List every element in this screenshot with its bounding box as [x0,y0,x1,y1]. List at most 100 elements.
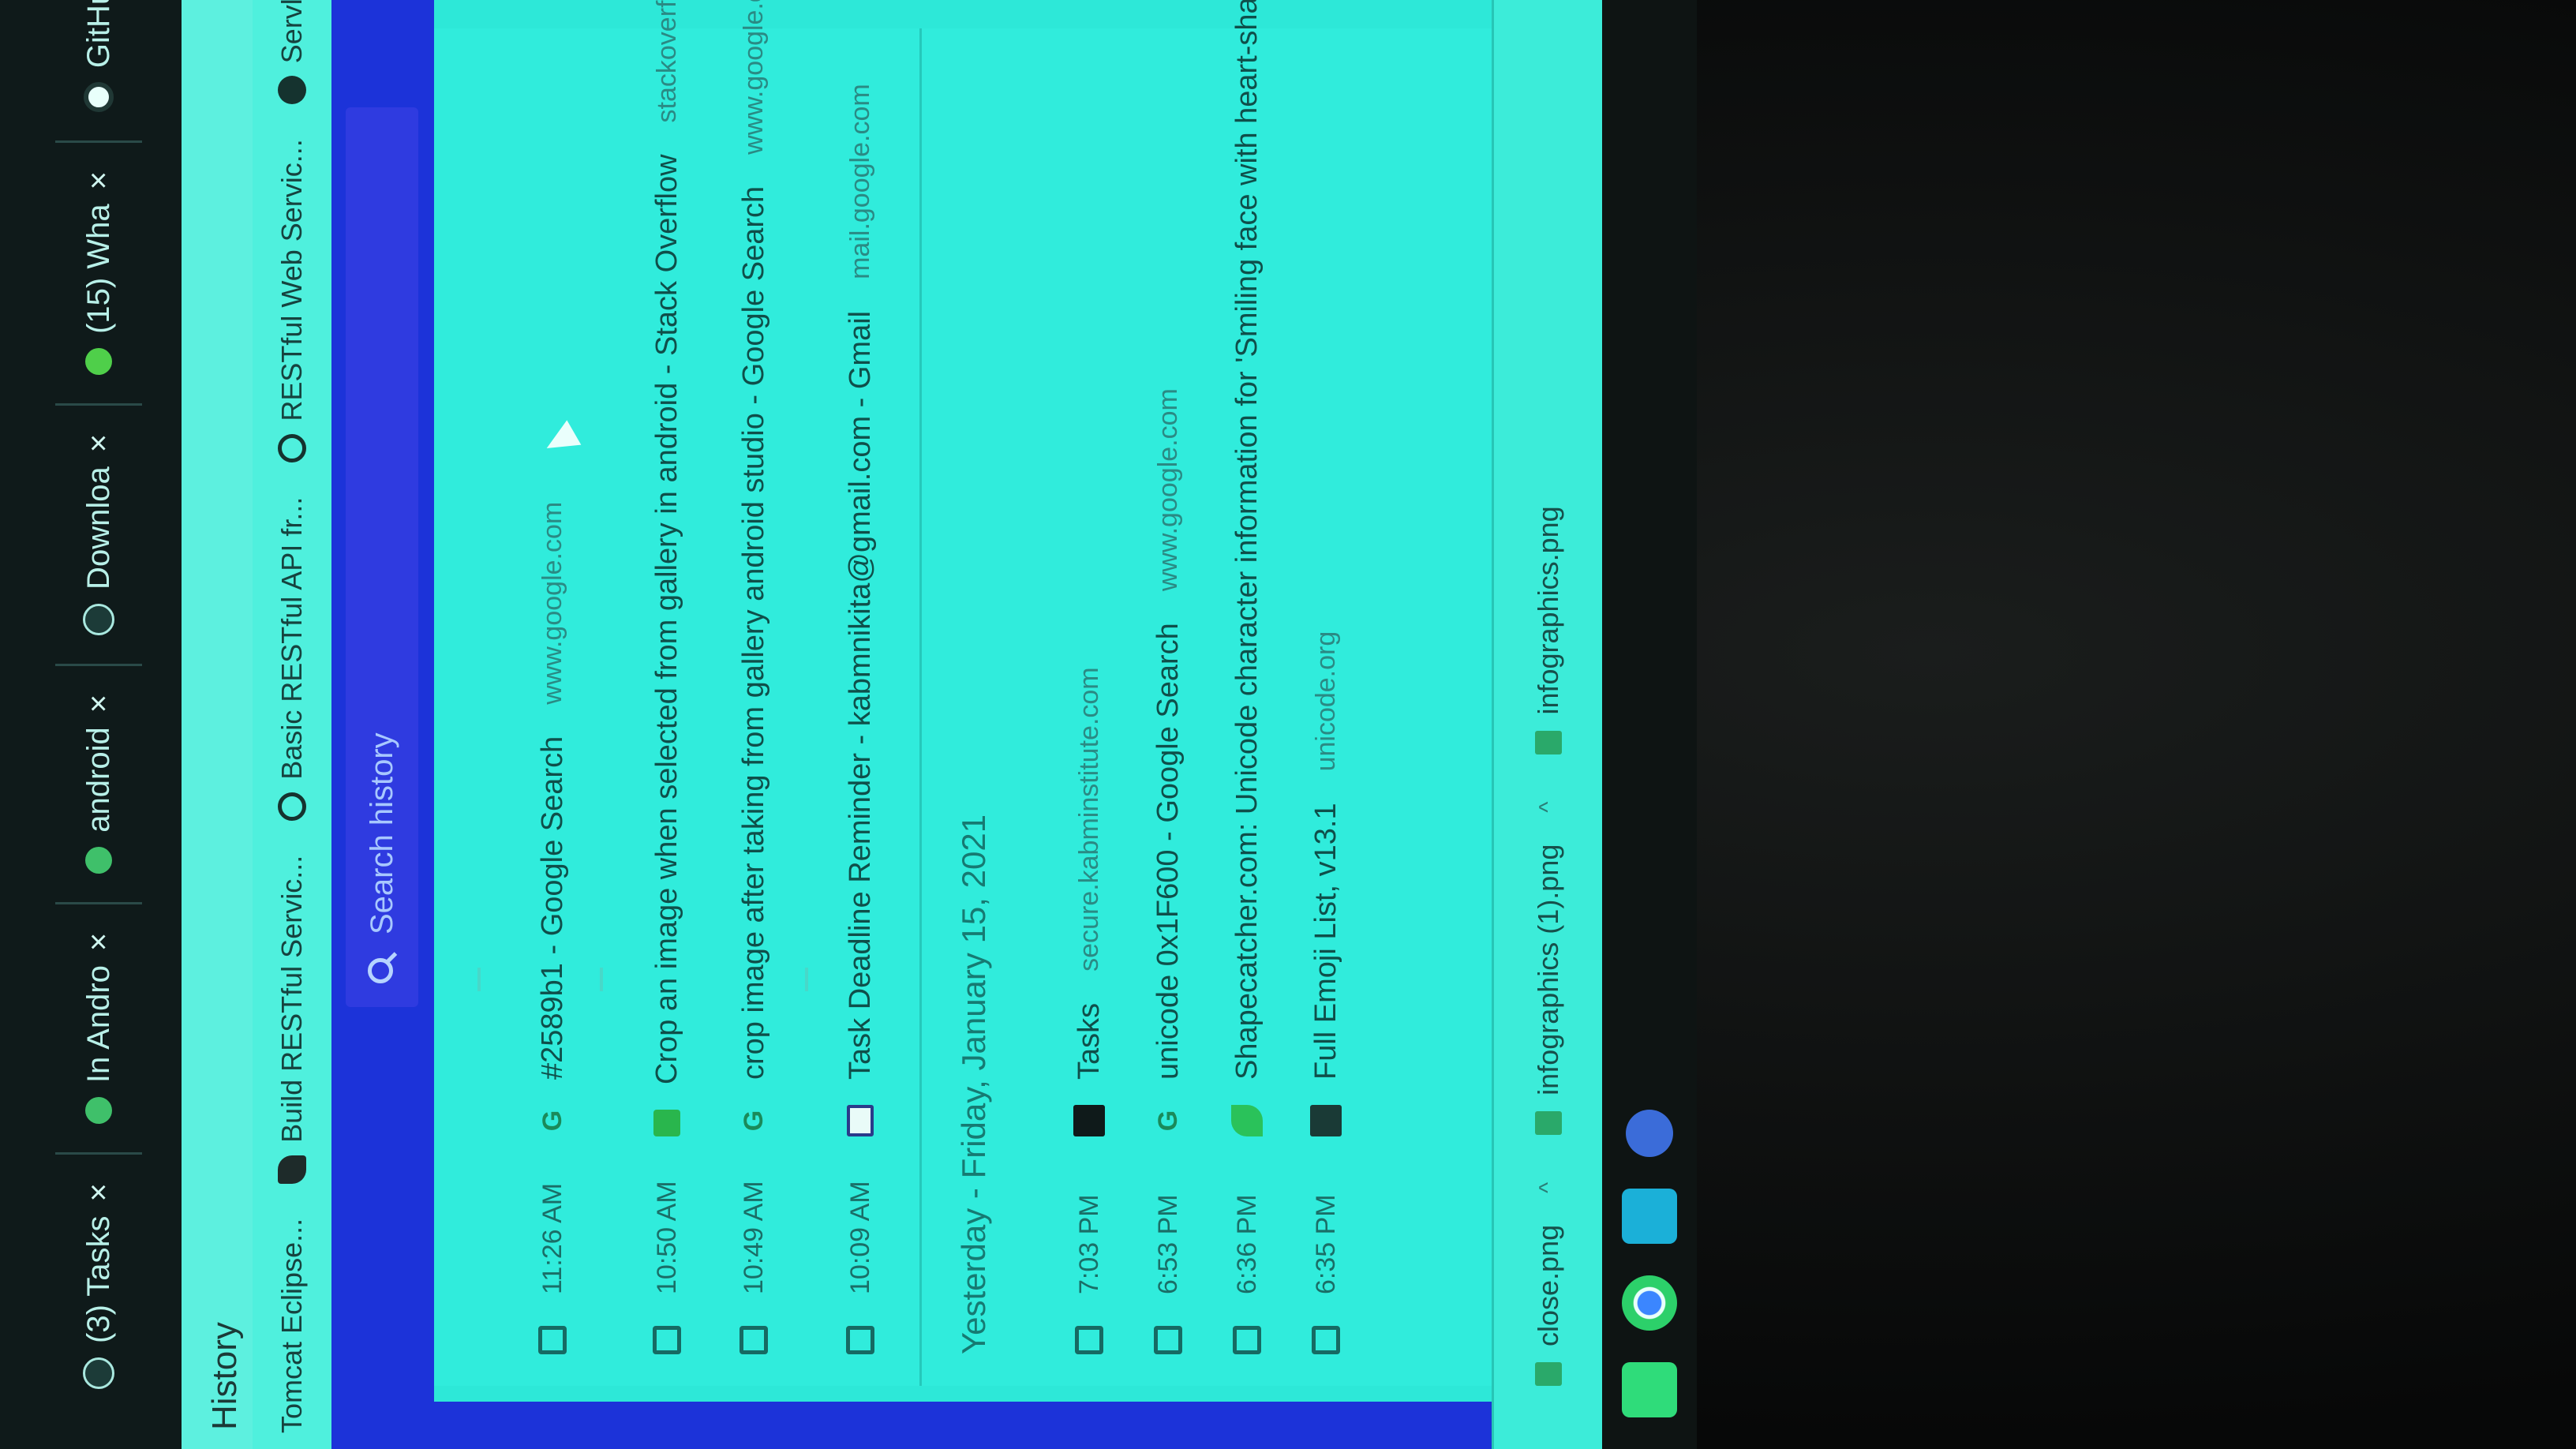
app-icon[interactable] [1626,1110,1673,1157]
row-checkbox[interactable] [846,1326,874,1354]
download-filename: infographics (1).png [1531,844,1564,1095]
visit-time: 6:36 PM [1231,1194,1262,1294]
date-heading: Yesterday - Friday, January 15, 2021 [955,814,992,1354]
github-icon [84,82,114,113]
unicode-icon [1310,1105,1342,1136]
tab-github[interactable]: GitHub × [55,0,142,141]
visit-time: 6:53 PM [1152,1194,1183,1294]
divider-mark [805,968,808,991]
row-checkbox[interactable] [538,1326,567,1354]
file-explorer-icon[interactable] [1622,1189,1677,1244]
history-title[interactable]: Tasks [1073,1003,1106,1080]
bookmark-label: RESTful Web Servic... [275,139,308,421]
divider-mark [600,968,603,991]
tab-whatsapp[interactable]: (15) Wha × [55,140,142,403]
visit-time: 10:09 AM [844,1181,875,1294]
image-file-icon [1534,1362,1562,1386]
history-title[interactable]: Task Deadline Reminder - kabmnikita@gmai… [844,311,878,1080]
tab-label: GitHub [80,0,116,69]
history-domain: stackoverflow.com [651,0,682,123]
bookmark-restful-web[interactable]: RESTful Web Servic... [275,139,309,462]
globe-icon [278,433,306,462]
close-icon[interactable]: × [81,1183,117,1201]
row-checkbox[interactable] [1312,1326,1340,1354]
visit-time: 11:26 AM [537,1182,567,1294]
chrome-icon[interactable] [1622,1275,1677,1331]
history-row[interactable]: 10:09 AM Task Deadline Reminder - kabmni… [837,84,884,1354]
leaf-icon [1231,1105,1263,1136]
dot-icon [278,76,306,105]
google-icon: G [1152,1110,1183,1132]
google-icon: G [537,1110,567,1132]
visit-time: 10:49 AM [738,1181,769,1294]
bookmark-servlet[interactable]: Servlet Database C... [275,0,309,105]
close-icon[interactable]: × [81,171,117,189]
history-domain: www.google.com [537,501,567,705]
history-row[interactable]: 7:03 PM Tasks secure.kabminstitute.com [1065,667,1113,1354]
bookmark-tomcat[interactable]: Tomcat Eclipse... [275,1219,309,1433]
history-domain: www.google.com [1152,388,1183,592]
close-icon[interactable]: × [81,695,117,713]
history-domain: secure.kabminstitute.com [1073,667,1104,972]
chevron-up-icon[interactable]: ^ [1535,1182,1562,1193]
bookmark-basic-restful[interactable]: Basic RESTful API fr... [275,497,309,821]
history-title[interactable]: Full Emoji List, v13.1 [1309,803,1343,1080]
image-file-icon [1534,730,1562,754]
close-icon[interactable]: × [81,434,117,452]
tab-android[interactable]: android × [55,663,142,902]
whatsapp-icon [85,347,112,375]
search-placeholder: Search history [364,732,399,934]
history-title[interactable]: Shapecatcher.com: Unicode character info… [1230,0,1264,1080]
search-history-input[interactable]: Search history [346,107,418,1007]
row-checkbox[interactable] [653,1326,681,1354]
history-domain: mail.google.com [844,84,875,279]
row-checkbox[interactable] [739,1326,768,1354]
bookmark-label: Servlet Database C... [275,0,309,63]
history-title[interactable]: Crop an image when selected from gallery… [650,154,684,1084]
photo-scene: (3) Tasks × In Andro × android × Downloa… [0,0,2576,1449]
gmail-icon [847,1105,874,1136]
tabs: (3) Tasks × In Andro × android × Downloa… [55,0,158,1417]
tab-label: android [80,727,116,833]
chevron-up-icon[interactable]: ^ [1535,802,1562,813]
bookmark-label: Basic RESTful API fr... [275,496,308,780]
history-row[interactable]: 6:53 PM G unicode 0x1F600 - Google Searc… [1144,388,1192,1354]
android-icon [85,1097,112,1125]
tab-label: In Andro [80,965,116,1084]
bookmarks-bar: Tomcat Eclipse... Build RESTful Servic..… [253,0,331,1449]
bookmark-build-restful[interactable]: Build RESTful Servic... [275,856,309,1184]
row-checkbox[interactable] [1075,1326,1103,1354]
tab-downloads[interactable]: Downloa × [55,402,142,664]
history-row[interactable]: 10:49 AM G crop image after taking from … [730,0,777,1354]
history-row[interactable]: 6:36 PM Shapecatcher.com: Unicode charac… [1223,0,1271,1354]
google-icon: G [738,1110,769,1132]
tab-tasks[interactable]: (3) Tasks × [55,1152,142,1417]
download-item[interactable]: infographics (1).png ^ [1532,802,1565,1135]
app-icon[interactable] [1622,1362,1677,1417]
browser-window: (3) Tasks × In Andro × android × Downloa… [0,0,1697,1449]
tab-strip: (3) Tasks × In Andro × android × Downloa… [0,0,182,1449]
history-row[interactable]: 11:26 AM G #2589b1 - Google Search www.g… [529,502,576,1354]
history-row[interactable]: 10:50 AM Crop an image when selected fro… [643,0,691,1354]
download-item[interactable]: close.png ^ [1532,1182,1565,1386]
tab-in-android[interactable]: In Andro × [55,901,142,1153]
history-title[interactable]: crop image after taking from gallery and… [737,186,771,1080]
history-domain: unicode.org [1310,631,1341,772]
tasks-icon [83,1357,114,1389]
bookmark-label: Build RESTful Servic... [275,855,308,1143]
history-domain: www.google.com [738,0,769,155]
row-checkbox[interactable] [1233,1326,1261,1354]
tasks-icon [1073,1105,1105,1136]
visit-time: 6:35 PM [1310,1194,1341,1294]
history-title[interactable]: #2589b1 - Google Search [536,736,570,1080]
download-item[interactable]: infographics.png [1532,506,1565,754]
tab-label: (3) Tasks [80,1215,116,1343]
mouse-cursor-icon [539,420,582,461]
tab-label: Downloa [80,466,116,590]
history-row[interactable]: 6:35 PM Full Emoji List, v13.1 unicode.o… [1302,631,1350,1354]
row-checkbox[interactable] [1154,1326,1182,1354]
close-icon[interactable]: × [81,933,117,951]
download-icon [83,603,114,635]
history-title[interactable]: unicode 0x1F600 - Google Search [1151,623,1185,1080]
download-shelf: close.png ^ infographics (1).png ^ infog… [1492,0,1602,1449]
